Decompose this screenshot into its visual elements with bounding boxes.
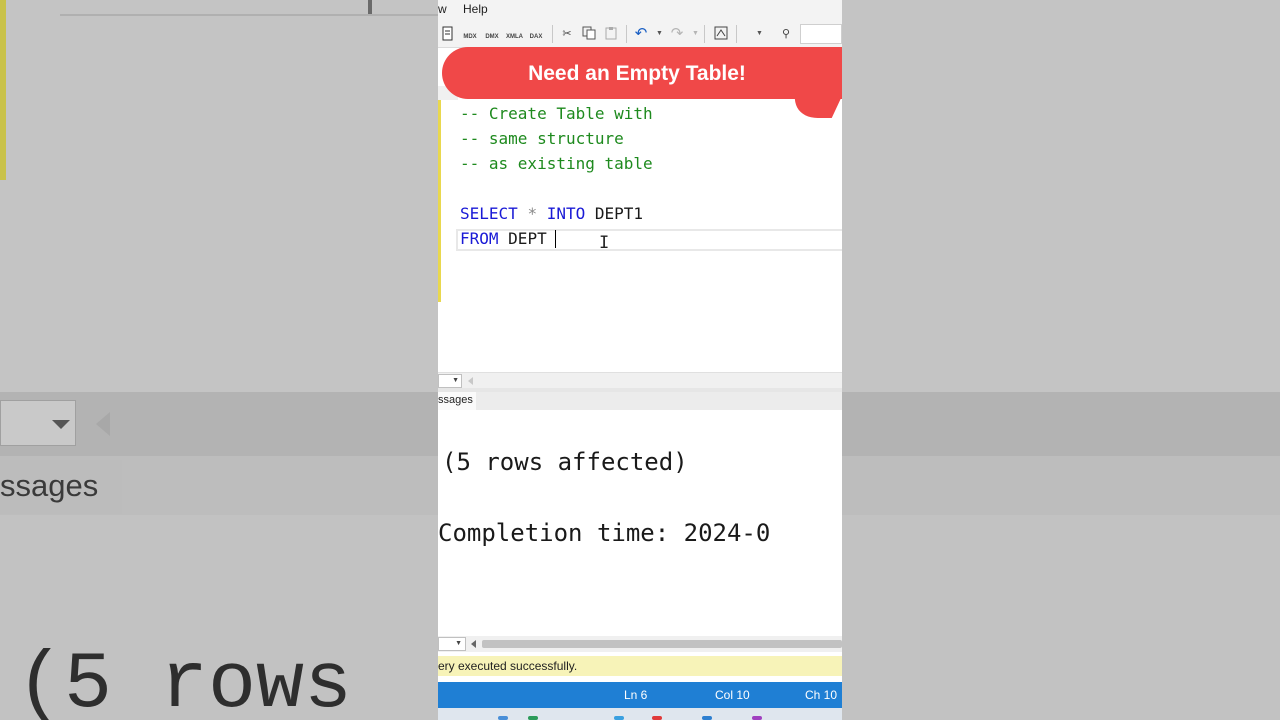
copy-icon[interactable] (581, 26, 597, 42)
code-line-from: FROM DEPT (460, 226, 547, 251)
change-tracking-gutter (438, 100, 441, 302)
identifier-dept: DEPT (508, 229, 547, 248)
menu-view[interactable]: w (438, 2, 447, 16)
undo-dropdown-chevron-down-icon[interactable]: ▼ (656, 26, 664, 42)
keyword-select: SELECT (460, 204, 518, 223)
code-line-select: SELECT * INTO DEPT1 (460, 201, 643, 226)
menu-help[interactable]: Help (463, 2, 488, 16)
ssms-window: w Help MDX DMX XMLA DAX ✂ ↶ ▼ ↷ ▼ ▼ ⚲ --… (438, 0, 842, 720)
operator-star: * (527, 204, 538, 223)
mdx-query-icon[interactable]: MDX (462, 26, 478, 42)
search-icon[interactable]: ⚲ (778, 26, 794, 42)
identifier-dept1: DEPT1 (594, 204, 644, 223)
rows-affected-message: (5 rows affected) (442, 448, 688, 476)
taskbar-app-icon[interactable] (614, 716, 624, 720)
bg-tick (368, 0, 372, 14)
bg-top-line (60, 0, 440, 16)
toolbar-separator (552, 25, 553, 43)
completion-time-message: Completion time: 2024-0 (438, 519, 771, 547)
paste-icon[interactable] (603, 26, 619, 42)
toolbar-separator (704, 25, 705, 43)
redo-icon[interactable]: ↷ (669, 26, 685, 42)
status-character: Ch 10 (805, 688, 838, 702)
keyword-into: INTO (546, 204, 586, 223)
toolbar-dropdown-chevron-down-icon[interactable]: ▼ (756, 26, 764, 42)
ibeam-cursor-icon: I (599, 233, 610, 253)
taskbar-app-icon[interactable] (752, 716, 762, 720)
query-status-text: ery executed successfully. (438, 659, 578, 673)
dax-query-icon[interactable]: DAX (528, 26, 544, 42)
text-caret (555, 230, 556, 248)
messages-pane: (5 rows affected) Completion time: 2024-… (438, 410, 842, 636)
toolbar-search-box[interactable] (800, 24, 842, 44)
code-comment-line: -- Create Table with (460, 104, 653, 123)
editor-horizontal-scrollbar[interactable]: ▼ (438, 372, 842, 388)
toolbar: MDX DMX XMLA DAX ✂ ↶ ▼ ↷ ▼ ▼ ⚲ (438, 20, 842, 48)
bg-gutter-marker (0, 0, 6, 180)
undo-icon[interactable]: ↶ (633, 26, 649, 42)
display-plan-icon[interactable] (713, 26, 729, 42)
xmla-query-icon[interactable]: XMLA (506, 26, 523, 42)
query-editor[interactable]: -- Create Table with -- same structure -… (438, 100, 842, 372)
menu-bar: w Help (438, 0, 842, 20)
tab-messages[interactable]: ssages (438, 392, 476, 410)
scrollbar-thumb[interactable] (482, 640, 842, 648)
banner-text: Need an Empty Table! (528, 62, 746, 85)
results-horizontal-scrollbar[interactable]: ▼ (438, 636, 842, 652)
taskbar-app-icon[interactable] (652, 716, 662, 720)
chevron-down-icon: ▼ (452, 377, 459, 384)
taskbar-app-icon[interactable] (702, 716, 712, 720)
bg-arrow-left-icon (96, 412, 110, 436)
redo-dropdown-chevron-down-icon[interactable]: ▼ (692, 26, 700, 42)
toolbar-separator (626, 25, 627, 43)
taskbar-app-icon[interactable] (498, 716, 508, 720)
scroll-left-arrow-icon[interactable] (468, 377, 473, 385)
results-zoom-dropdown[interactable]: ▼ (438, 637, 466, 651)
new-query-icon[interactable] (440, 26, 456, 42)
bg-messages-tab: ssages (0, 460, 122, 514)
zoom-dropdown[interactable]: ▼ (438, 374, 462, 388)
status-line: Ln 6 (624, 688, 648, 702)
dmx-query-icon[interactable]: DMX (484, 26, 500, 42)
bg-messages-tab-label: ssages (0, 468, 99, 503)
query-status-bar: ery executed successfully. (438, 656, 842, 676)
bg-chevron-down-icon (52, 420, 70, 429)
taskbar (438, 708, 842, 720)
results-tab-strip: ssages (438, 392, 842, 410)
taskbar-app-icon[interactable] (528, 716, 538, 720)
tab-messages-label: ssages (438, 394, 473, 406)
status-column: Col 10 (715, 688, 750, 702)
callout-banner: Need an Empty Table! (442, 47, 842, 99)
cut-icon[interactable]: ✂ (559, 26, 575, 42)
scroll-left-arrow-icon[interactable] (471, 640, 476, 648)
code-comment-line: -- same structure (460, 129, 624, 148)
chevron-down-icon: ▼ (455, 640, 462, 647)
status-bar: Ln 6 Col 10 Ch 10 (438, 682, 842, 708)
toolbar-separator (736, 25, 737, 43)
keyword-from: FROM (460, 229, 499, 248)
code-comment-line: -- as existing table (460, 154, 653, 173)
